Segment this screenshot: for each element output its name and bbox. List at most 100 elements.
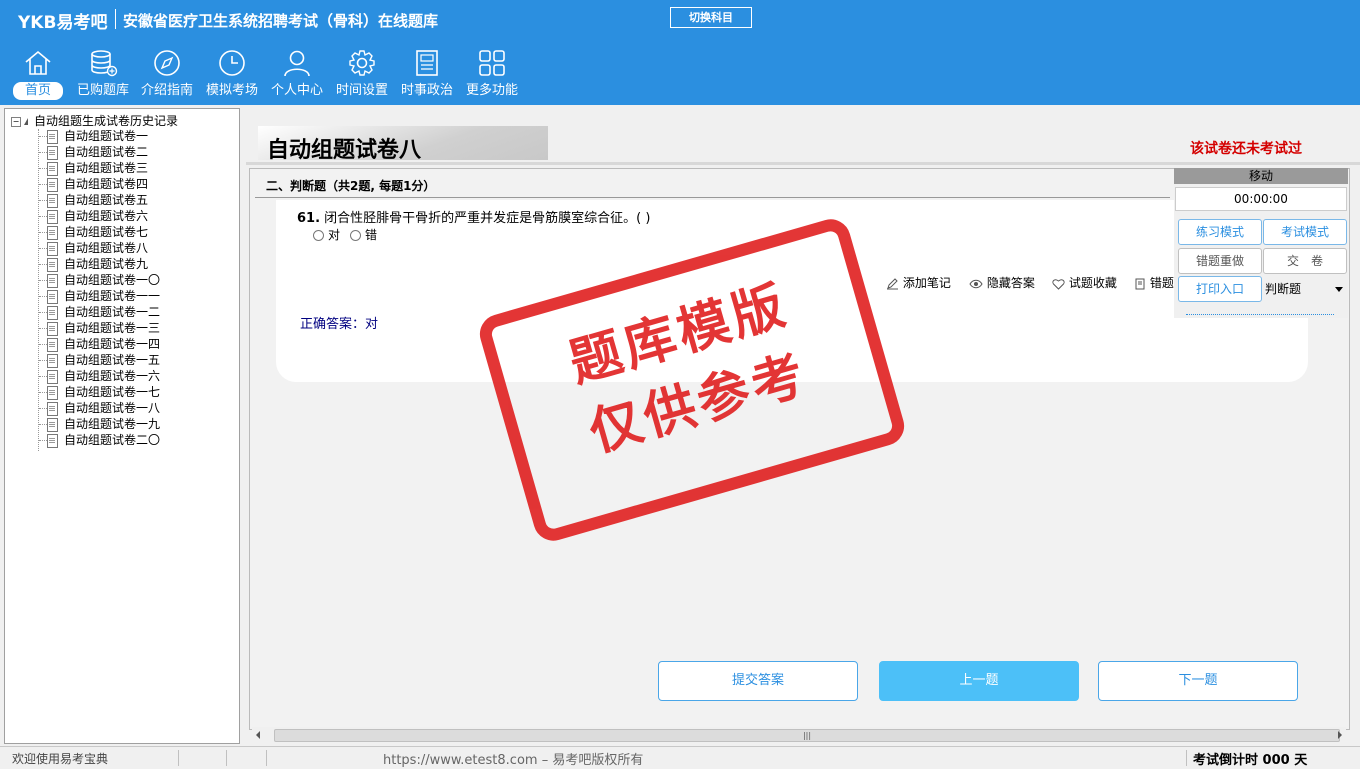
hand-in-button[interactable]: 交 卷	[1263, 248, 1347, 274]
next-question-button[interactable]: 下一题	[1098, 661, 1298, 701]
document-icon	[47, 305, 58, 320]
option-label: 错	[365, 228, 378, 242]
tree-item[interactable]: 自动组题试卷六	[47, 208, 148, 224]
tree-guide-line	[39, 296, 47, 297]
option-true[interactable]: 对	[313, 226, 340, 243]
tree-root[interactable]: − 自动组题生成试卷历史记录	[11, 112, 178, 129]
option-false[interactable]: 错	[350, 226, 377, 243]
tree-item[interactable]: 自动组题试卷一七	[47, 384, 160, 400]
tree-item[interactable]: 自动组题试卷一六	[47, 368, 160, 384]
tree-item[interactable]: 自动组题试卷一四	[47, 336, 160, 352]
scroll-left-icon[interactable]	[256, 731, 260, 739]
newspaper-icon	[416, 50, 438, 76]
nav-guide[interactable]: 介绍指南	[137, 48, 197, 100]
nav-more[interactable]: 更多功能	[462, 48, 522, 100]
submit-answer-button[interactable]: 提交答案	[658, 661, 858, 701]
nav-current-affairs[interactable]: 时事政治	[397, 48, 457, 100]
tree-item-label: 自动组题试卷九	[64, 257, 149, 271]
document-icon	[47, 417, 58, 432]
user-icon	[284, 50, 310, 77]
question-type-select[interactable]: 判断题	[1265, 278, 1347, 300]
add-note-button[interactable]: 添加笔记	[886, 274, 951, 291]
tree-item[interactable]: 自动组题试卷九	[47, 256, 148, 272]
tree-item-label: 自动组题试卷一七	[64, 385, 161, 399]
tree-item[interactable]: 自动组题试卷八	[47, 240, 148, 256]
nav-label: 时事政治	[400, 83, 453, 98]
tree-item-label: 自动组题试卷一六	[64, 369, 161, 383]
tree-guide-line	[39, 408, 47, 409]
title-divider	[246, 162, 1360, 165]
tree-guide-line	[39, 344, 47, 345]
eye-icon	[969, 279, 983, 288]
nav-time-settings[interactable]: 时间设置	[332, 48, 392, 100]
tree-item[interactable]: 自动组题试卷一〇	[47, 272, 160, 288]
tree-guide-line	[39, 424, 47, 425]
tree-item[interactable]: 自动组题试卷一五	[47, 352, 160, 368]
practice-mode-button[interactable]: 练习模式	[1178, 219, 1262, 245]
status-copyright: https://www.etest8.com – 易考吧版权所有	[383, 753, 644, 768]
redo-wrong-button[interactable]: 错题重做	[1178, 248, 1262, 274]
tree-item[interactable]: 自动组题试卷四	[47, 176, 148, 192]
tree-item[interactable]: 自动组题试卷一三	[47, 320, 160, 336]
tree-item[interactable]: 自动组题试卷一一	[47, 288, 160, 304]
tree-guide-line	[39, 152, 47, 153]
panel-move-handle[interactable]: 移动	[1174, 168, 1348, 184]
status-divider	[266, 750, 267, 766]
nav-home[interactable]: 首页	[8, 48, 68, 100]
document-icon	[47, 289, 58, 304]
scroll-thumb[interactable]: |||	[274, 729, 1340, 742]
document-icon	[47, 353, 58, 368]
paper-title: 自动组题试卷八	[267, 138, 422, 163]
favorite-button[interactable]: 试题收藏	[1052, 274, 1117, 291]
prev-question-button[interactable]: 上一题	[879, 661, 1079, 701]
chevron-down-icon[interactable]	[1335, 287, 1343, 292]
grid-icon	[479, 50, 505, 76]
tree-item[interactable]: 自动组题试卷二	[47, 144, 148, 160]
print-button[interactable]: 打印入口	[1178, 276, 1262, 302]
document-icon	[47, 369, 58, 384]
exam-mode-button[interactable]: 考试模式	[1263, 219, 1347, 245]
tree-guide-line	[39, 184, 47, 185]
tree-item-label: 自动组题试卷一八	[64, 401, 161, 415]
tree-guide-line	[39, 376, 47, 377]
document-icon	[47, 241, 58, 256]
tree-item[interactable]: 自动组题试卷五	[47, 192, 148, 208]
nav-personal[interactable]: 个人中心	[267, 48, 327, 100]
tree-item-label: 自动组题试卷一一	[64, 289, 161, 303]
nav-label: 时间设置	[335, 83, 388, 98]
tree-item[interactable]: 自动组题试卷一九	[47, 416, 160, 432]
nav-label: 个人中心	[270, 83, 323, 98]
app-title: 安徽省医疗卫生系统招聘考试（骨科）在线题库	[123, 12, 439, 30]
radio-icon[interactable]	[350, 230, 361, 241]
tree-item[interactable]: 自动组题试卷七	[47, 224, 148, 240]
document-icon	[47, 401, 58, 416]
nav-purchased[interactable]: 已购题库	[73, 48, 133, 100]
app-header: YKB易考吧 安徽省医疗卫生系统招聘考试（骨科）在线题库 切换科目 首页 已购题…	[0, 0, 1360, 105]
option-label: 对	[328, 228, 341, 242]
wrong-book-button[interactable]: 错题	[1135, 274, 1174, 291]
collapse-icon[interactable]: −	[11, 116, 21, 127]
horizontal-scrollbar[interactable]: |||	[252, 727, 1346, 743]
status-divider	[178, 750, 179, 766]
scroll-right-icon[interactable]	[1338, 731, 1342, 739]
tree-item[interactable]: 自动组题试卷一二	[47, 304, 160, 320]
tree-item[interactable]: 自动组题试卷一	[47, 128, 148, 144]
tree-item-label: 自动组题试卷一	[64, 129, 149, 143]
tree-guide-line	[39, 136, 47, 137]
hide-answer-button[interactable]: 隐藏答案	[969, 274, 1035, 291]
section-divider	[255, 197, 1170, 198]
exam-status: 该试卷还未考试过	[1190, 141, 1302, 157]
tree-item[interactable]: 自动组题试卷三	[47, 160, 148, 176]
radio-icon[interactable]	[313, 230, 324, 241]
tree-item-label: 自动组题试卷二〇	[64, 433, 161, 447]
tree-item[interactable]: 自动组题试卷一八	[47, 400, 160, 416]
document-icon	[47, 257, 58, 272]
tree-guide-line	[39, 216, 47, 217]
tree-guide-line	[39, 264, 47, 265]
document-icon	[47, 385, 58, 400]
nav-mock-exam[interactable]: 模拟考场	[202, 48, 262, 100]
tree-item-label: 自动组题试卷三	[64, 161, 149, 175]
switch-subject-button[interactable]: 切换科目	[670, 7, 752, 28]
nav-label: 模拟考场	[205, 83, 258, 98]
tree-item[interactable]: 自动组题试卷二〇	[47, 432, 160, 448]
